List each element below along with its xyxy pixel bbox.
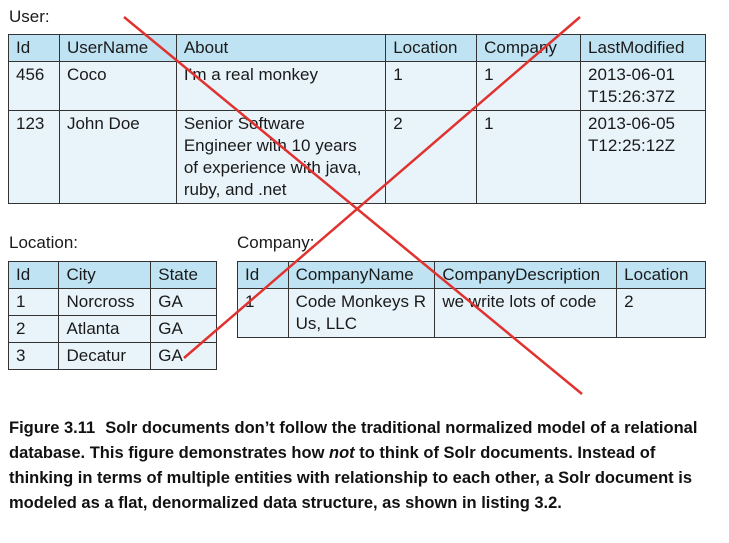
company-header-cell: CompanyName: [287, 261, 436, 289]
user-table-cell: I’m a real monkey: [175, 61, 387, 111]
table-row: 1 Code Monkeys R Us, LLC we write lots of c…: [237, 288, 706, 338]
user-header-cell: UserName: [58, 34, 177, 62]
location-table-cell: Decatur: [58, 342, 152, 370]
company-table-cell: 1: [237, 288, 289, 338]
table-row: 456 Coco I’m a real monkey 1 1 2013-06-01 T15:…: [8, 61, 706, 111]
company-header-row: Id CompanyName CompanyDescription Location: [237, 261, 706, 289]
table-row: 123 John Doe Senior Software Engineer with …: [8, 110, 706, 204]
company-table-cell: we write lots of code: [434, 288, 618, 338]
user-header-cell: Location: [385, 34, 478, 62]
user-table-cell: 123: [8, 110, 60, 204]
location-table-label: Location:: [9, 233, 78, 252]
user-header-cell: LastModified: [580, 34, 706, 62]
location-header-cell: Id: [7, 261, 60, 289]
user-table-cell: 1: [385, 61, 478, 111]
location-table-cell: Atlanta: [58, 315, 152, 343]
location-table-cell: GA: [150, 315, 217, 343]
location-table-cell: 1: [7, 288, 60, 316]
user-table-cell: Senior Software Engineer with 10 years of …: [175, 110, 387, 204]
location-header-cell: State: [150, 261, 217, 289]
user-table: Id UserName About Location Company LastModifi…: [8, 34, 706, 204]
user-table-cell: 456: [8, 61, 60, 111]
company-table-label: Company:: [237, 233, 315, 252]
caption-emphasis: not: [329, 444, 355, 462]
location-table: Id City State 1 Norcross GA 2 Atlanta GA 3 Decatu…: [7, 261, 217, 370]
user-table-cell: 2013-06-05 T12:25:12Z: [580, 110, 706, 204]
location-table-cell: GA: [150, 342, 217, 370]
user-header-cell: Id: [8, 34, 60, 62]
figure-number: Figure 3.11: [9, 419, 96, 437]
location-header-cell: City: [58, 261, 152, 289]
location-table-cell: GA: [150, 288, 217, 316]
user-table-cell: 2: [385, 110, 478, 204]
user-header-cell: About: [175, 34, 387, 62]
company-header-cell: Id: [237, 261, 289, 289]
company-table-cell: Code Monkeys R Us, LLC: [287, 288, 436, 338]
table-row: 2 Atlanta GA: [7, 315, 217, 343]
location-header-row: Id City State: [7, 261, 217, 289]
user-table-cell: 1: [476, 110, 582, 204]
user-table-body: 456 Coco I’m a real monkey 1 1 2013-06-01 T15:…: [8, 61, 706, 204]
user-header-row: Id UserName About Location Company LastModifi…: [8, 34, 706, 62]
company-table-body: 1 Code Monkeys R Us, LLC we write lots of c…: [237, 288, 706, 338]
company-header-cell: Location: [616, 261, 706, 289]
location-table-cell: Norcross: [58, 288, 152, 316]
figure-caption: Figure 3.11 Solr documents don’t follow t…: [9, 416, 721, 516]
table-row: 1 Norcross GA: [7, 288, 217, 316]
user-table-cell: 1: [476, 61, 582, 111]
company-header-cell: CompanyDescription: [434, 261, 618, 289]
user-table-label: User:: [9, 7, 50, 26]
table-row: 3 Decatur GA: [7, 342, 217, 370]
user-table-cell: 2013-06-01 T15:26:37Z: [580, 61, 706, 111]
location-table-cell: 2: [7, 315, 60, 343]
company-table-cell: 2: [616, 288, 706, 338]
user-table-cell: John Doe: [58, 110, 177, 204]
user-header-cell: Company: [476, 34, 582, 62]
location-table-cell: 3: [7, 342, 60, 370]
user-table-cell: Coco: [58, 61, 177, 111]
location-table-body: 1 Norcross GA 2 Atlanta GA 3 Decatur GA: [7, 288, 217, 370]
company-table: Id CompanyName CompanyDescription Location …: [237, 261, 706, 338]
